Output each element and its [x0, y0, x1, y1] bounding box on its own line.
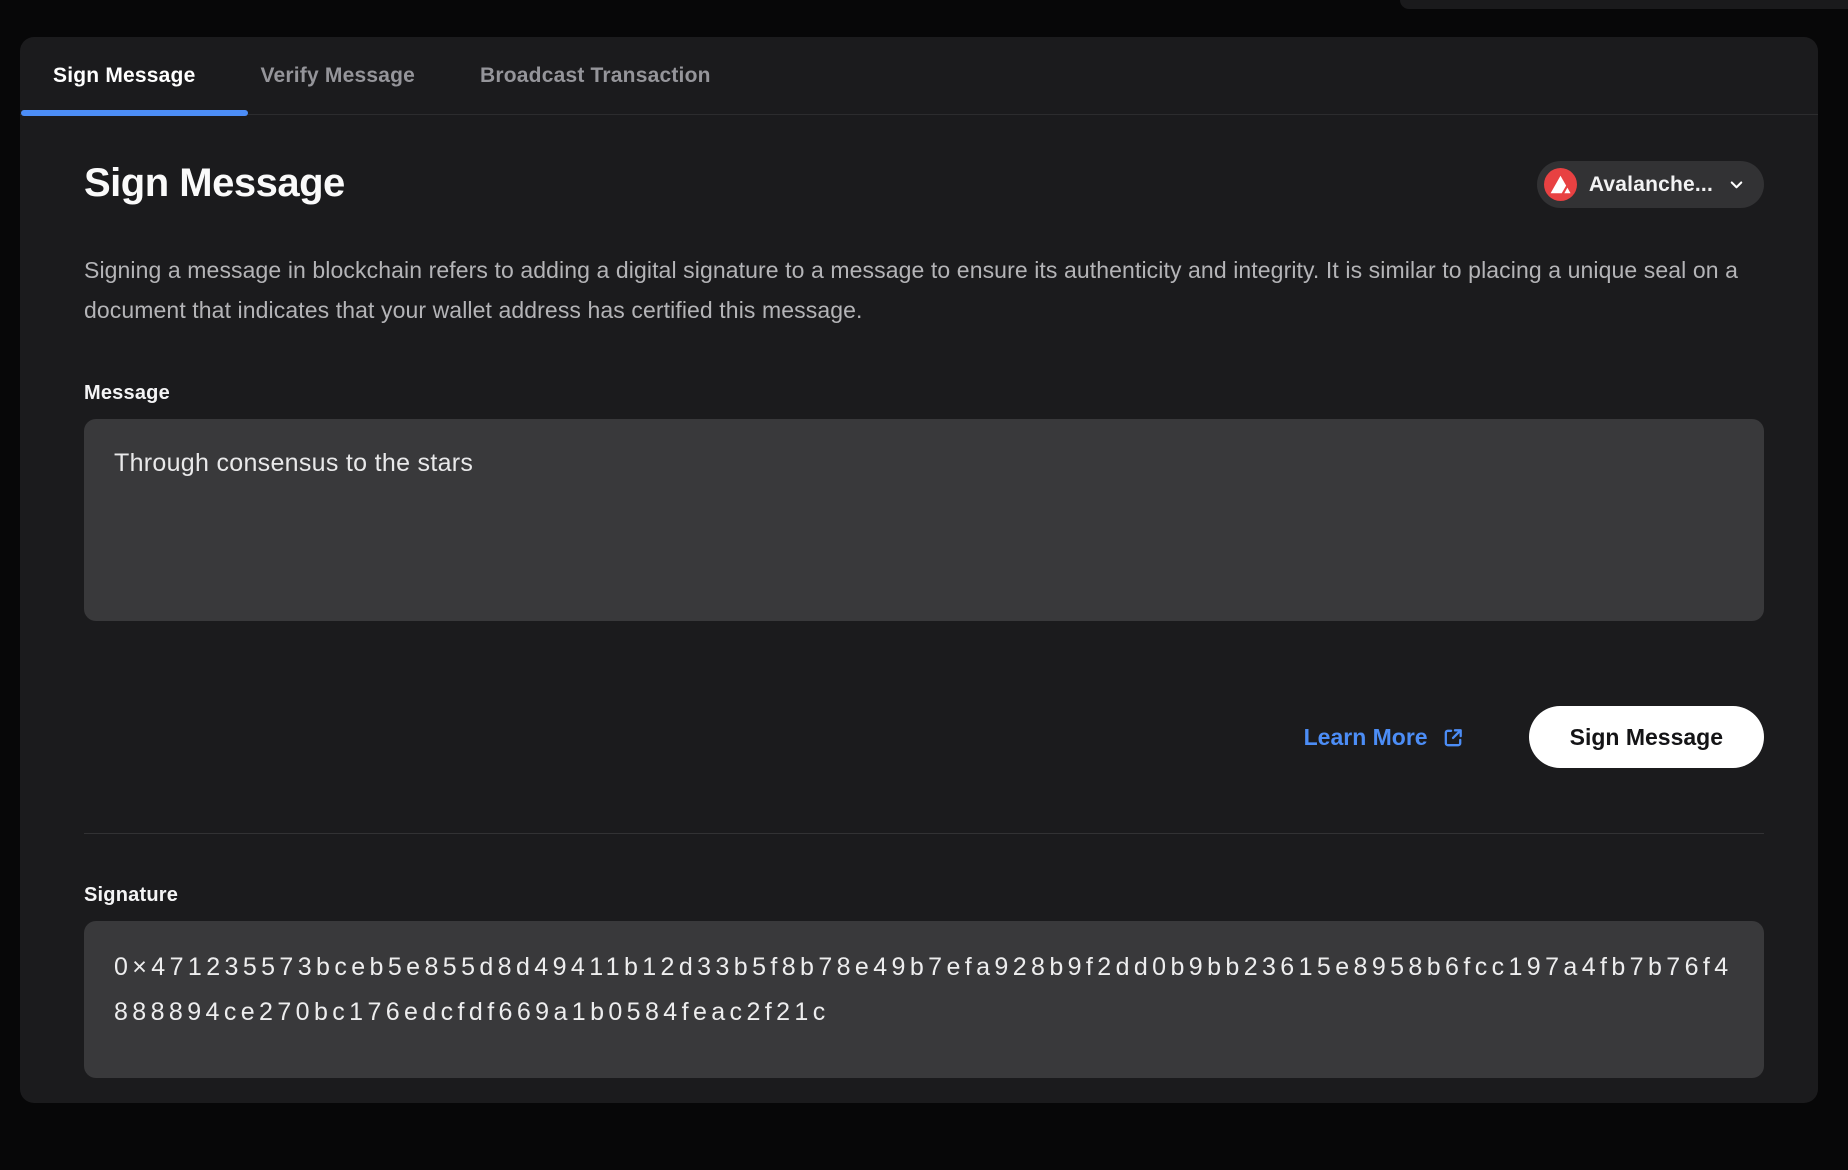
avalanche-logo-icon	[1544, 168, 1577, 201]
tab-broadcast-transaction[interactable]: Broadcast Transaction	[480, 64, 711, 88]
section-divider	[84, 833, 1764, 834]
signature-label: Signature	[84, 884, 1764, 907]
learn-more-link[interactable]: Learn More	[1304, 724, 1465, 751]
external-link-icon	[1442, 726, 1465, 749]
message-input[interactable]: Through consensus to the stars	[84, 419, 1764, 621]
description-text: Signing a message in blockchain refers t…	[84, 250, 1756, 330]
signature-output: 0×471235573bceb5e855d8d49411b12d33b5f8b7…	[84, 921, 1764, 1078]
top-edge-panel	[1400, 0, 1848, 9]
message-label: Message	[84, 382, 1764, 405]
header-row: Sign Message Avalanche...	[84, 159, 1764, 208]
actions-row: Learn More Sign Message	[84, 706, 1764, 768]
sign-message-card: Sign Message Verify Message Broadcast Tr…	[20, 37, 1818, 1103]
network-selector[interactable]: Avalanche...	[1537, 161, 1764, 208]
chevron-down-icon	[1727, 175, 1746, 194]
active-tab-indicator	[21, 110, 248, 116]
tab-sign-message[interactable]: Sign Message	[53, 64, 195, 88]
network-name: Avalanche...	[1589, 173, 1713, 197]
sign-message-button[interactable]: Sign Message	[1529, 706, 1764, 768]
page-title: Sign Message	[84, 159, 345, 207]
card-content: Sign Message Avalanche... Signing a mess…	[20, 159, 1818, 1078]
learn-more-label: Learn More	[1304, 724, 1428, 751]
tab-verify-message[interactable]: Verify Message	[260, 64, 415, 88]
tab-bar: Sign Message Verify Message Broadcast Tr…	[20, 37, 1818, 115]
